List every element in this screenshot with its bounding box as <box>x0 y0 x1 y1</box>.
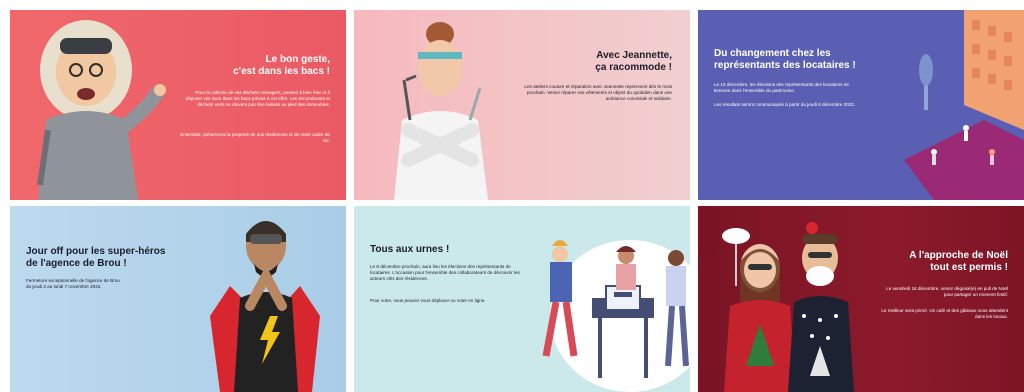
card-description: Pour la collecte de vos déchets ménagers… <box>185 90 330 107</box>
news-card-elections[interactable]: Tous aux urnes ! Le 8 décembre prochain,… <box>354 206 690 392</box>
man-fur-hood-photo <box>37 20 166 200</box>
card-title-line-2: représentants des locataires ! <box>714 60 856 71</box>
card-description: Le 8 décembre prochain, aura lieu les él… <box>370 264 520 281</box>
news-card-jeannette[interactable]: Avec Jeannette, ça racommode ! Les ateli… <box>354 10 690 200</box>
card-title: Du changement chez les représentants des… <box>714 48 856 72</box>
card-title: Avec Jeannette, ça racommode ! <box>595 50 672 74</box>
news-card-grid: Le bon geste, c'est dans les bacs ! Pour… <box>0 0 1024 392</box>
card-title-line-1: A l'approche de Noël <box>909 250 1008 261</box>
news-card-representants[interactable]: Du changement chez les représentants des… <box>698 10 1024 200</box>
card-title-line-2: de l'agence de Brou ! <box>26 258 127 269</box>
card-title: Le bon geste, c'est dans les bacs ! <box>233 54 330 78</box>
superhero-man-photo <box>210 221 320 392</box>
card-title-line-1: Le bon geste, <box>265 54 330 65</box>
news-card-tri-dechets[interactable]: Le bon geste, c'est dans les bacs ! Pour… <box>10 10 346 200</box>
card-title: Tous aux urnes ! <box>370 244 450 255</box>
card-title-line-1: Avec Jeannette, <box>596 50 672 61</box>
card-description-2: Ensemble, préservons la propreté de nos … <box>180 132 330 143</box>
card-title-line-2: tout est permis ! <box>930 262 1008 273</box>
christmas-sweater-couple-photo <box>722 222 854 392</box>
news-card-noel[interactable]: A l'approche de Noël tout est permis ! L… <box>698 206 1024 392</box>
card-title: A l'approche de Noël tout est permis ! <box>909 250 1008 274</box>
woman-scissors-photo <box>394 22 488 200</box>
card-title: Jour off pour les super-héros de l'agenc… <box>26 246 165 270</box>
card-description-2: Les résultats seront communiqués à parti… <box>714 102 856 107</box>
isometric-building-illustration <box>904 10 1024 200</box>
card-description-2: Le meilleur sera primé. Un café et des g… <box>881 308 1008 319</box>
card-title-line-2: ça racommode ! <box>595 62 672 73</box>
card-title-line-1: Du changement chez les <box>714 48 831 59</box>
card-title-line-1: Jour off pour les super-héros <box>26 246 166 257</box>
voting-ballot-box-illustration <box>542 240 690 392</box>
card-description: Les ateliers couture et réparation avec … <box>524 84 672 101</box>
card-description: Le vendredi 16 décembre, venez déguisé(e… <box>886 286 1008 297</box>
card-title-line-2: c'est dans les bacs ! <box>233 66 330 77</box>
card-description-2: Pour voter, vous pouvez vous déplacer ou… <box>370 298 486 303</box>
news-card-fermeture-brou[interactable]: Jour off pour les super-héros de l'agenc… <box>10 206 346 392</box>
card-description: Le 15 décembre, les élections des représ… <box>714 82 849 93</box>
card-description-2: du jeudi 3 au lundi 7 novembre 2022. <box>26 284 102 289</box>
